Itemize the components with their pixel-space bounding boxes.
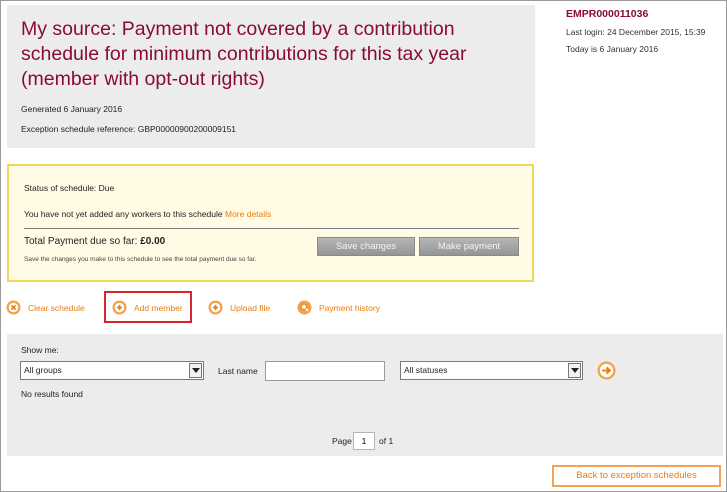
total-payment: Total Payment due so far: £0.00 [24,236,165,247]
today-date: Today is 6 January 2016 [566,44,659,54]
page-number-input[interactable] [353,432,375,450]
employer-reference: EMPR000011036 [566,8,649,20]
header-panel: My source: Payment not covered by a cont… [7,5,535,148]
make-payment-button[interactable]: Make payment [419,237,519,256]
status-select[interactable]: All statuses [400,361,583,380]
last-login: Last login: 24 December 2015, 15:39 [566,27,706,37]
clear-schedule-label: Clear schedule [28,303,85,313]
arrow-right-circle-icon[interactable] [597,361,616,380]
back-to-exception-schedules-button[interactable]: Back to exception schedules [552,465,721,487]
page-label: Page [332,436,352,446]
chevron-down-icon [189,363,202,378]
total-payment-amount: £0.00 [140,236,166,247]
plus-circle-icon [112,300,127,315]
x-circle-icon [6,300,21,315]
save-note: Save the changes you make to this schedu… [24,256,257,263]
no-results-message: No results found [21,389,83,399]
schedule-reference: Exception schedule reference: GBP0000090… [21,124,237,134]
member-filter-panel: Show me: All groups Last name All status… [7,334,723,456]
show-me-label: Show me: [21,345,59,355]
page-count: of 1 [379,436,394,446]
clear-schedule-action[interactable]: Clear schedule [6,299,96,317]
generated-date: Generated 6 January 2016 [21,104,123,114]
group-select[interactable]: All groups [20,361,204,380]
plus-circle-icon [208,300,223,315]
more-details-link[interactable]: More details [225,209,271,219]
add-member-action[interactable]: Add member [112,299,192,317]
status-divider [24,228,519,229]
schedule-status-box: Status of schedule: Due You have not yet… [7,164,534,282]
upload-file-label: Upload file [230,303,271,313]
save-changes-button[interactable]: Save changes [317,237,415,256]
workers-message: You have not yet added any workers to th… [24,209,271,219]
add-member-label: Add member [134,303,183,313]
schedule-status: Status of schedule: Due [24,183,115,193]
upload-file-action[interactable]: Upload file [208,299,288,317]
chevron-down-icon [568,363,581,378]
last-name-label: Last name [218,366,258,376]
page-title: My source: Payment not covered by a cont… [21,18,467,90]
payment-history-action[interactable]: Payment history [297,299,397,317]
status-select-value: All statuses [404,365,448,375]
total-payment-label: Total Payment due so far: [24,236,138,247]
group-select-value: All groups [24,365,62,375]
payment-history-label: Payment history [319,303,380,313]
search-circle-icon [297,300,312,315]
last-name-input[interactable] [265,361,385,381]
workers-message-text: You have not yet added any workers to th… [24,209,223,219]
